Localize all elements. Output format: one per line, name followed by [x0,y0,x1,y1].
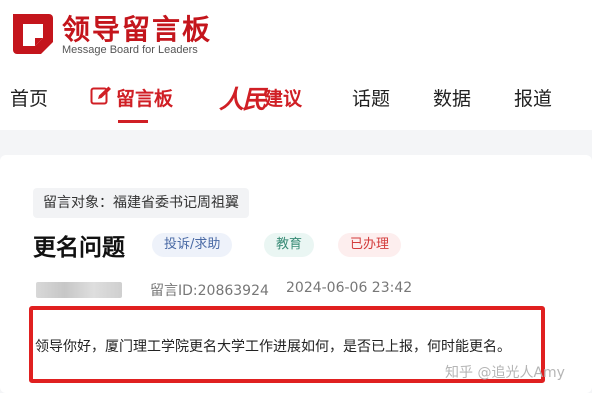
tag-domain[interactable]: 教育 [264,233,315,257]
active-tab-indicator [118,120,148,123]
message-title: 更名问题 [33,235,125,261]
nav-item-data[interactable]: 数据 [433,84,471,111]
message-target: 留言对象：福建省委书记周祖翼 [33,188,249,218]
main-nav: 首页 留言板 人民 建议 话题 数据 报道 [0,84,592,123]
tag-type[interactable]: 投诉/求助 [152,233,233,257]
renmin-calligraphy-logo: 人民 [219,85,267,114]
watermark: 知乎 @追光人Amy [445,365,565,381]
message-content: 领导你好，厦门理工学院更名大学工作进展如何，是否已上报，何时能更名。 [35,339,511,355]
site-header: 领导留言板 Message Board for Leaders 首页 留言板 人… [0,0,592,130]
author-name-blurred [36,282,122,298]
message-board-logo-icon[interactable] [9,10,57,58]
nav-item-topics[interactable]: 话题 [352,84,390,111]
site-subtitle: Message Board for Leaders [62,44,198,56]
message-id: 留言ID:20863924 [150,283,269,299]
nav-item-label: 建议 [264,88,303,110]
status-badge: 已办理 [338,233,402,257]
site-title[interactable]: 领导留言板 [62,8,212,48]
nav-item-reports[interactable]: 报道 [514,84,552,111]
nav-item-people-suggestions[interactable]: 人民 建议 [0,84,330,114]
message-timestamp: 2024-06-06 23:42 [286,280,413,296]
